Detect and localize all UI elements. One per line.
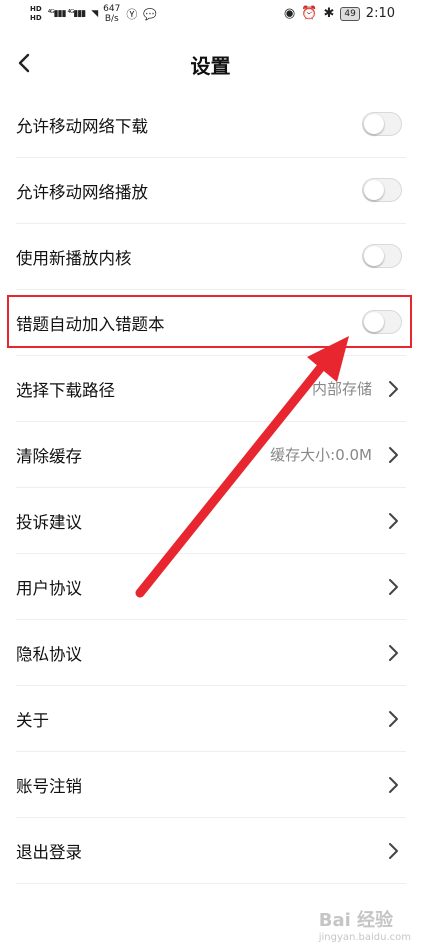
chevron-right-icon: [389, 645, 398, 661]
toggle-knob: [364, 246, 384, 266]
network-speed: 647 B/s: [103, 4, 121, 24]
setting-label: 使用新播放内核: [16, 249, 132, 268]
bluetooth-icon: ✱: [323, 6, 335, 21]
setting-label: 清除缓存: [16, 447, 82, 466]
setting-row-privacy-policy[interactable]: 隐私协议: [16, 620, 406, 686]
setting-label: 允许移动网络播放: [16, 183, 148, 202]
setting-row-clear-cache[interactable]: 清除缓存 缓存大小:0.0M: [16, 422, 406, 488]
setting-row-download-path[interactable]: 选择下载路径 内部存储: [16, 356, 406, 422]
alarm-icon: ⏰: [301, 6, 318, 21]
setting-row-about[interactable]: 关于: [16, 686, 406, 752]
hd-indicator-icon: HD HD: [30, 5, 42, 22]
app-notification-icon: Ⓨ: [126, 8, 138, 21]
setting-row-delete-account[interactable]: 账号注销: [16, 752, 406, 818]
watermark-brand: Bai 经验: [318, 910, 394, 931]
status-right: ◉ ⏰ ✱ 49 2:10: [284, 6, 395, 21]
app-header: 设置: [0, 40, 421, 86]
chevron-right-icon: [389, 513, 398, 529]
message-icon: 💬: [143, 7, 158, 21]
chevron-right-icon: [389, 843, 398, 859]
setting-label: 关于: [16, 711, 49, 730]
setting-row-user-agreement[interactable]: 用户协议: [16, 554, 406, 620]
watermark-domain: jingyan.baidu.com: [318, 932, 411, 943]
page-title: 设置: [190, 54, 231, 78]
setting-label: 用户协议: [16, 579, 82, 598]
setting-label: 错题自动加入错题本: [16, 315, 165, 334]
setting-row-feedback[interactable]: 投诉建议: [16, 488, 406, 554]
setting-row-logout[interactable]: 退出登录: [16, 818, 406, 884]
chevron-right-icon: [389, 447, 398, 463]
setting-row-mobile-play[interactable]: 允许移动网络播放: [16, 158, 406, 224]
setting-row-mobile-download[interactable]: 允许移动网络下载: [16, 92, 406, 158]
setting-label: 允许移动网络下载: [16, 117, 148, 136]
toggle-knob: [364, 114, 384, 134]
setting-label: 账号注销: [16, 777, 82, 796]
toggle-switch[interactable]: [362, 112, 402, 136]
chevron-right-icon: [389, 381, 398, 397]
status-bar: HD HD ⁴ᴳ▮▮▮ ⁴ᴳ▮▮▮ ◥ 647 B/s Ⓨ 💬 ◉ ⏰ ✱ 49 …: [0, 0, 421, 30]
toggle-switch[interactable]: [362, 178, 402, 202]
setting-label: 选择下载路径: [16, 381, 115, 400]
settings-list: 允许移动网络下载 允许移动网络播放 使用新播放内核错题自动加入错题本 选择下载路径 内部…: [0, 92, 421, 884]
clock: 2:10: [365, 6, 395, 21]
chevron-right-icon: [389, 711, 398, 727]
toggle-knob: [364, 180, 384, 200]
chevron-right-icon: [389, 777, 398, 793]
setting-row-auto-add-wrong[interactable]: 错题自动加入错题本: [16, 290, 406, 356]
status-left: HD HD ⁴ᴳ▮▮▮ ⁴ᴳ▮▮▮ ◥ 647 B/s Ⓨ 💬: [30, 4, 157, 24]
battery-icon: 49: [340, 6, 360, 21]
setting-label: 投诉建议: [16, 513, 82, 532]
setting-value: 内部存储: [311, 380, 372, 398]
setting-value: 缓存大小:0.0M: [270, 446, 372, 464]
watermark: Bai 经验 jingyan.baidu.com: [319, 906, 411, 943]
eye-icon: ◉: [283, 6, 296, 21]
signal-icon: ⁴ᴳ▮▮▮ ⁴ᴳ▮▮▮: [47, 9, 87, 19]
setting-row-new-player-core[interactable]: 使用新播放内核: [16, 224, 406, 290]
toggle-switch[interactable]: [362, 310, 402, 334]
chevron-right-icon: [389, 579, 398, 595]
setting-label: 隐私协议: [16, 645, 82, 664]
setting-label: 退出登录: [16, 843, 82, 862]
toggle-switch[interactable]: [362, 244, 402, 268]
wifi-icon: ◥: [91, 9, 98, 19]
toggle-knob: [364, 312, 384, 332]
